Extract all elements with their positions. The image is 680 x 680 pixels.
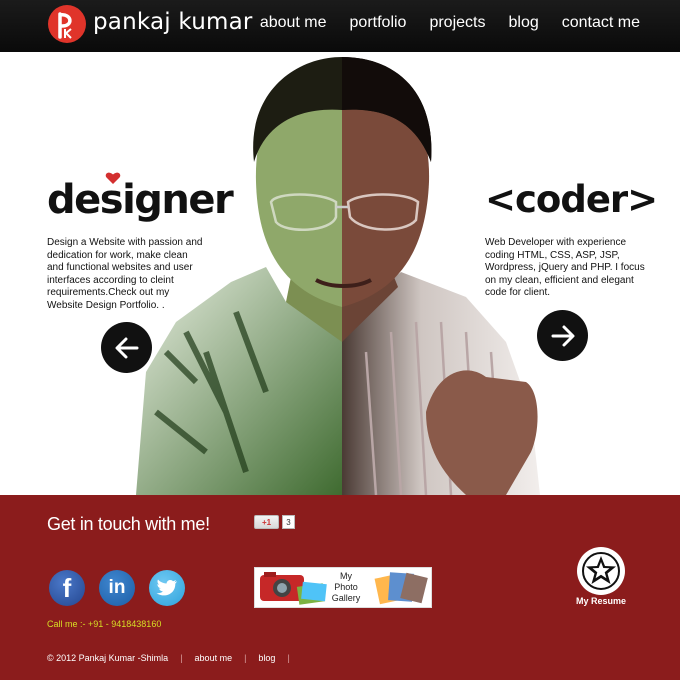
footer-link-about-me[interactable]: about me [195,653,233,663]
logo-text[interactable]: pankaj kumar [93,9,253,35]
nav-projects[interactable]: projects [429,14,485,32]
facebook-icon[interactable]: f [49,570,85,606]
photo-gallery-banner[interactable]: My Photo Gallery [254,567,432,608]
site-header: pankaj kumar about me portfolio projects… [0,0,680,52]
logo-icon[interactable] [48,5,86,43]
coder-heading: <coder> [485,178,658,221]
photo-gallery-label: My Photo Gallery [331,571,361,603]
google-plus-count: 3 [282,515,295,529]
nav-contact-me[interactable]: contact me [562,14,640,32]
footer-bottom-bar: © 2012 Pankaj Kumar -Shimla | about me |… [47,653,302,663]
nav-about-me[interactable]: about me [260,14,327,32]
footer-link-blog[interactable]: blog [258,653,275,663]
coder-description: Web Developer with experience coding HTM… [485,237,645,298]
heart-icon [105,172,121,184]
photos-icon [374,572,428,605]
separator: | [180,653,183,663]
copyright-text: © 2012 Pankaj Kumar -Shimla [47,653,169,663]
star-icon [582,552,620,590]
linkedin-icon[interactable]: in [99,570,135,606]
main-nav: about me portfolio projects blog contact… [237,14,640,32]
nav-blog[interactable]: blog [508,14,538,32]
twitter-icon[interactable] [149,570,185,606]
separator: | [287,653,290,663]
get-in-touch-heading: Get in touch with me! [47,514,210,534]
google-plus-button[interactable]: +1 [254,515,279,529]
arrow-right-icon [551,325,574,346]
google-plus-widget: +1 3 [254,515,295,529]
resume-label[interactable]: My Resume [571,596,631,606]
hero-section: designer Design a Website with passion a… [0,52,680,495]
designer-arrow-button[interactable] [101,322,152,373]
site-footer: Get in touch with me! +1 3 f in My Photo… [0,495,680,680]
arrow-left-icon [115,337,138,358]
designer-description: Design a Website with passion and dedica… [47,237,203,311]
separator: | [244,653,247,663]
phone-number: Call me :- +91 - 9418438160 [47,619,162,629]
coder-arrow-button[interactable] [537,310,588,361]
camera-icon [260,572,327,605]
designer-heading: designer [47,177,234,223]
resume-button[interactable] [577,547,625,595]
nav-portfolio[interactable]: portfolio [350,14,407,32]
